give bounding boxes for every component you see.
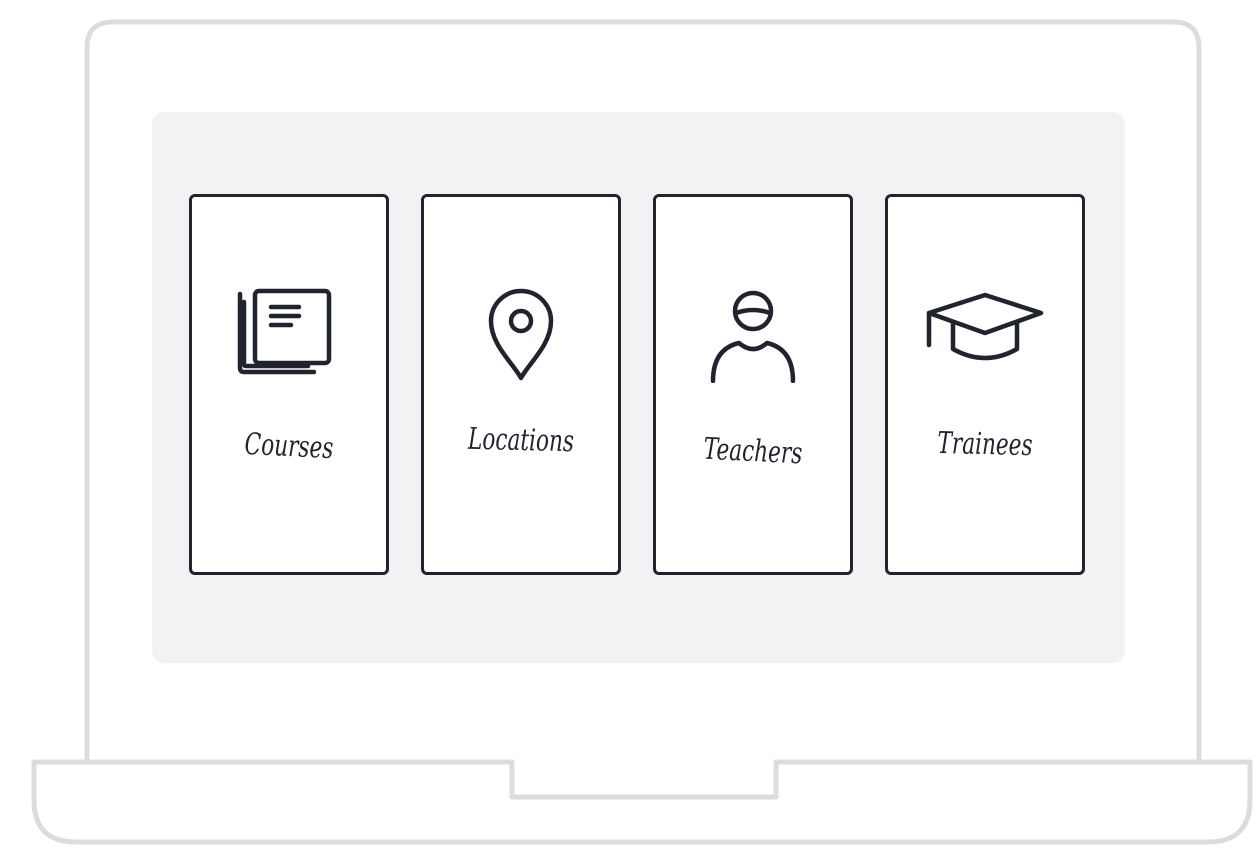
document-stack-icon [229,283,349,383]
tile-label-courses: Courses [244,426,334,467]
tile-locations[interactable]: Locations [421,194,621,575]
tile-label-locations: Locations [467,421,575,460]
laptop-base [31,759,1253,845]
person-icon [693,283,813,383]
tile-label-teachers: Teachers [703,431,803,472]
tile-label-trainees: Trainees [937,425,1033,464]
graduation-cap-icon [925,283,1045,383]
tile-courses[interactable]: Courses [189,194,389,575]
map-pin-icon [461,283,581,383]
tile-trainees[interactable]: Trainees [885,194,1085,575]
tile-teachers[interactable]: Teachers [653,194,853,575]
